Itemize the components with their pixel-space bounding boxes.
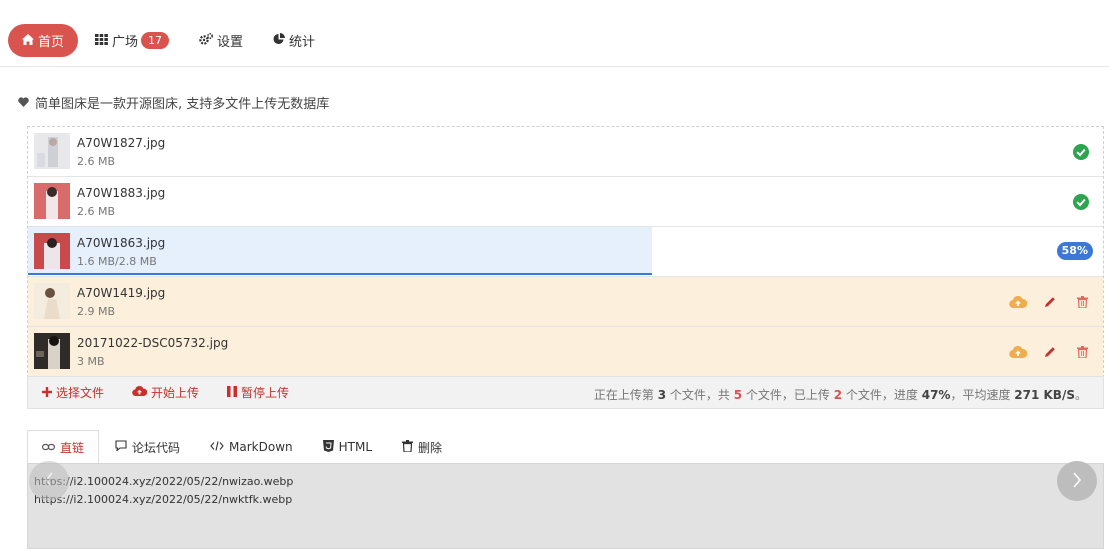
pencil-icon[interactable] [1041, 294, 1059, 310]
nav-square-label: 广场 [112, 35, 139, 50]
gears-icon [199, 32, 214, 48]
home-icon [22, 33, 34, 48]
nav-home[interactable]: 首页 [8, 24, 79, 57]
status-text: ，平均速度 [950, 388, 1015, 402]
file-size: 2.6 MB [77, 205, 116, 218]
upload-status: 正在上传第 3 个文件，共 5 个文件，已上传 2 个文件，进度 47%，平均速… [594, 386, 1087, 403]
tab-label: 直链 [60, 441, 85, 455]
intro-label: 简单图床是一款开源图床, 支持多文件上传无数据库 [35, 97, 330, 112]
tab-direct-link[interactable]: 直链 [27, 430, 100, 464]
file-row-queued: 20171022-DSC05732.jpg 3 MB [28, 327, 1103, 377]
start-upload-button[interactable]: 开始上传 [132, 384, 199, 401]
file-thumbnail [34, 183, 70, 219]
file-size: 2.6 MB [77, 155, 116, 168]
status-speed: 271 KB/S [1014, 388, 1075, 402]
file-thumbnail [34, 233, 70, 269]
pause-upload-button[interactable]: 暂停上传 [227, 384, 289, 401]
status-text: 个文件，进度 [842, 388, 922, 402]
start-upload-label: 开始上传 [151, 386, 200, 400]
upload-percent-badge: 58% [1056, 242, 1093, 260]
file-thumbnail [34, 283, 70, 319]
file-thumbnail [34, 333, 70, 369]
choose-file-label: 选择文件 [56, 386, 105, 400]
chevron-right-icon [1072, 469, 1082, 493]
status-progress: 47% [921, 388, 951, 402]
status-text: 个文件，已上传 [742, 388, 834, 402]
pie-chart-icon [273, 33, 286, 48]
tab-delete[interactable]: 删除 [388, 430, 456, 464]
upload-toolbar: 选择文件 开始上传 暂停上传 正在上传第 3 个文件，共 5 个文件，已上传 2… [27, 376, 1104, 409]
cloud-upload-icon [132, 385, 148, 400]
file-size: 2.9 MB [77, 305, 116, 318]
status-current: 3 [657, 388, 667, 402]
file-row: A70W1827.jpg 2.6 MB [28, 127, 1103, 177]
file-name: A70W1863.jpg [77, 236, 166, 250]
cloud-upload-icon[interactable] [1009, 294, 1027, 310]
comment-icon [115, 440, 127, 454]
grid-icon [95, 33, 108, 48]
nav-square[interactable]: 广场 17 [82, 24, 182, 57]
tab-label: MarkDown [229, 440, 293, 454]
file-row-queued: A70W1419.jpg 2.9 MB [28, 277, 1103, 327]
tab-label: 删除 [418, 440, 443, 455]
status-text: 正在上传第 [593, 388, 658, 402]
tab-forum-code[interactable]: 论坛代码 [101, 430, 194, 464]
next-arrow-button[interactable] [1057, 461, 1097, 501]
file-actions [1009, 294, 1091, 310]
pencil-icon[interactable] [1041, 344, 1059, 360]
file-name: A70W1419.jpg [77, 286, 166, 300]
file-thumbnail [34, 133, 70, 169]
file-row-uploading: A70W1863.jpg 1.6 MB/2.8 MB 58% [28, 227, 1103, 277]
nav-settings[interactable]: 设置 [186, 24, 256, 57]
trash-icon[interactable] [1073, 344, 1091, 360]
status-text: 。 [1074, 388, 1087, 402]
prev-arrow-button[interactable] [29, 461, 69, 501]
link-icon [42, 441, 56, 455]
choose-file-button[interactable]: 选择文件 [42, 384, 104, 401]
tab-html[interactable]: HTML [309, 430, 386, 464]
html5-icon [322, 439, 334, 455]
trash-icon[interactable] [1073, 294, 1091, 310]
output-tabs: 直链 论坛代码 MarkDown HTML 删除 [27, 430, 458, 464]
cloud-upload-icon[interactable] [1009, 344, 1027, 360]
heart-icon [18, 96, 29, 110]
plus-icon [42, 386, 52, 400]
upload-file-list: A70W1827.jpg 2.6 MB A70W1883.jpg 2.6 MB … [27, 126, 1104, 378]
intro-text: 简单图床是一款开源图床, 支持多文件上传无数据库 [18, 93, 329, 112]
pause-upload-label: 暂停上传 [241, 386, 290, 400]
top-nav: 首页 广场 17 设置 统计 [8, 24, 332, 57]
check-circle-icon [1073, 144, 1089, 160]
check-circle-icon [1073, 194, 1089, 210]
links-panel[interactable]: https://i2.100024.xyz/2022/05/22/nwizao.… [27, 463, 1104, 549]
status-text: 个文件，共 [666, 388, 734, 402]
link-text[interactable]: https://i2.100024.xyz/2022/05/22/nwktfk.… [34, 493, 292, 506]
link-text[interactable]: https://i2.100024.xyz/2022/05/22/nwizao.… [34, 475, 293, 488]
status-total: 5 [733, 388, 743, 402]
status-uploaded: 2 [833, 388, 843, 402]
square-count-badge: 17 [141, 32, 170, 49]
file-size: 1.6 MB/2.8 MB [77, 255, 157, 268]
file-actions [1009, 344, 1091, 360]
file-row: A70W1883.jpg 2.6 MB [28, 177, 1103, 227]
nav-stats[interactable]: 统计 [260, 24, 328, 57]
trash-icon [402, 439, 414, 455]
file-size: 3 MB [77, 355, 105, 368]
nav-stats-label: 统计 [289, 35, 316, 50]
tab-markdown[interactable]: MarkDown [196, 430, 307, 464]
nav-divider [0, 66, 1109, 67]
tab-label: 论坛代码 [132, 440, 181, 455]
file-name: A70W1883.jpg [77, 186, 166, 200]
file-name: A70W1827.jpg [77, 136, 166, 150]
file-name: 20171022-DSC05732.jpg [77, 336, 229, 350]
code-icon [210, 440, 224, 454]
tab-label: HTML [338, 440, 373, 454]
chevron-left-icon [44, 469, 54, 493]
nav-home-label: 首页 [38, 35, 65, 50]
pause-icon [227, 385, 238, 400]
nav-settings-label: 设置 [217, 35, 244, 50]
